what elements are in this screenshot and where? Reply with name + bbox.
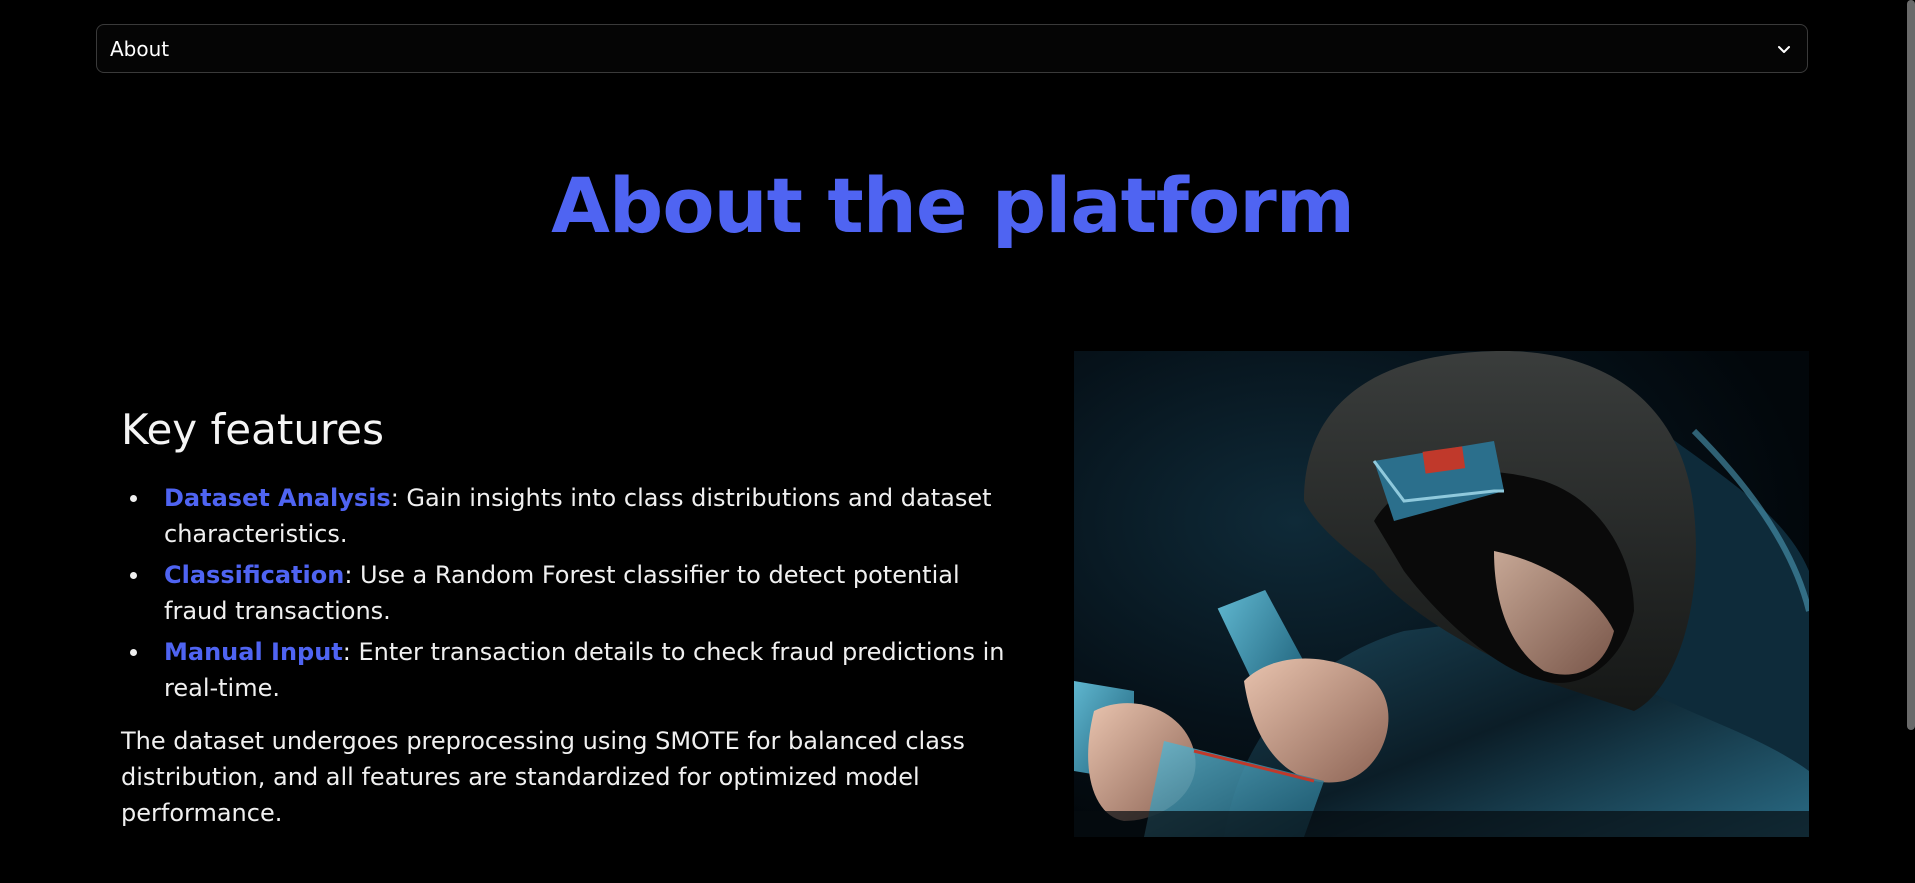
- feature-name: Classification: [164, 561, 345, 589]
- feature-list: Dataset Analysis: Gain insights into cla…: [121, 480, 1021, 706]
- hooded-hacker-image: [1074, 351, 1809, 837]
- page-select-dropdown[interactable]: About: [96, 24, 1808, 73]
- chevron-down-icon[interactable]: [1775, 40, 1793, 58]
- page-title: About the platform: [551, 161, 1355, 250]
- key-features-section: Key features Dataset Analysis: Gain insi…: [121, 400, 1021, 831]
- feature-item: Classification: Use a Random Forest clas…: [130, 557, 1021, 629]
- feature-item: Dataset Analysis: Gain insights into cla…: [130, 480, 1021, 552]
- key-features-heading: Key features: [121, 405, 385, 454]
- feature-name: Manual Input: [164, 638, 343, 666]
- summary-paragraph: The dataset undergoes preprocessing usin…: [121, 727, 965, 827]
- feature-item: Manual Input: Enter transaction details …: [130, 634, 1021, 706]
- feature-name: Dataset Analysis: [164, 484, 391, 512]
- bullet-icon: [130, 649, 137, 656]
- page-select-value: About: [110, 36, 170, 61]
- bullet-icon: [130, 572, 137, 579]
- page: About About the platform Key features Da…: [0, 0, 1915, 883]
- bullet-icon: [130, 495, 137, 502]
- scrollbar[interactable]: [1907, 0, 1915, 730]
